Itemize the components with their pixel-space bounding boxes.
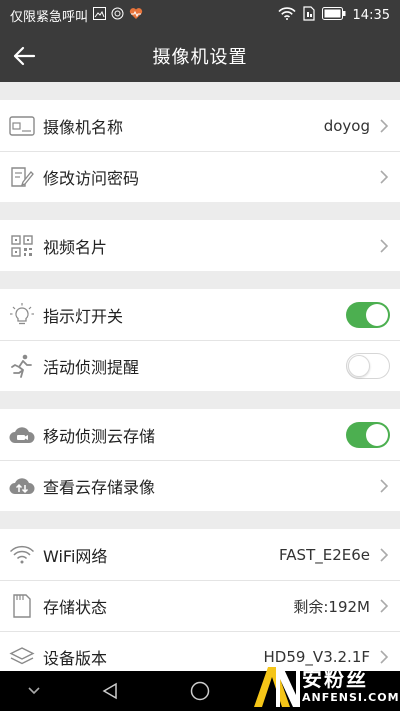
- row-label: 移动侦测云存储: [43, 426, 156, 446]
- section-indicators: 指示灯开关 活动侦测提醒: [0, 289, 400, 391]
- section-gap: [0, 271, 400, 289]
- qr-code-icon: [8, 232, 36, 260]
- row-label: 摄像机名称: [43, 117, 124, 137]
- toggle-knob: [366, 423, 388, 446]
- cloud-sync-icon: [8, 472, 36, 500]
- row-cloud-storage: 移动侦测云存储: [0, 409, 400, 460]
- chevron-right-icon: [378, 599, 390, 613]
- section-gap: [0, 82, 400, 100]
- status-bar: 仅限紧急呼叫 14:35: [0, 0, 400, 30]
- heart-rate-icon: [129, 7, 143, 24]
- row-value: FAST_E2E6e: [279, 545, 370, 564]
- row-label: 修改访问密码: [43, 169, 140, 188]
- cloud-icon: [8, 421, 36, 449]
- row-storage-status[interactable]: 存储状态 剩余:192M: [0, 580, 400, 631]
- row-motion-alert: 活动侦测提醒: [0, 340, 400, 391]
- edit-document-icon: [8, 163, 36, 191]
- image-icon: [93, 6, 107, 24]
- watermark-cn: 安粉丝: [302, 667, 368, 691]
- chevron-right-icon: [378, 547, 390, 562]
- section-gap: [0, 511, 400, 529]
- status-right: 14:35: [277, 5, 390, 25]
- watermark-en: ANFENSI.COM: [302, 691, 400, 704]
- nav-home-button[interactable]: [189, 680, 211, 702]
- hide-nav-button[interactable]: [24, 683, 44, 699]
- section-gap: [0, 391, 400, 409]
- back-button[interactable]: [10, 42, 38, 70]
- row-view-cloud-recordings[interactable]: 查看云存储录像: [0, 460, 400, 511]
- chevron-down-icon: [28, 687, 40, 695]
- row-label: WiFi网络: [43, 546, 108, 566]
- indicator-light-toggle[interactable]: [346, 301, 390, 328]
- site-watermark: 安粉丝 ANFENSI.COM: [250, 661, 400, 711]
- lightbulb-icon: [8, 301, 36, 329]
- battery-icon: [321, 6, 346, 24]
- arrow-left-icon: [13, 46, 36, 66]
- sim-card-icon: [302, 5, 315, 25]
- row-label: 设备版本: [43, 649, 108, 668]
- chevron-right-icon: [378, 479, 390, 493]
- row-video-card[interactable]: 视频名片: [0, 220, 400, 271]
- row-wifi-network[interactable]: WiFi网络 FAST_E2E6e: [0, 529, 400, 580]
- row-label: 视频名片: [43, 237, 108, 257]
- anfensi-logo-icon: [254, 667, 300, 707]
- nav-back-button[interactable]: [99, 681, 121, 701]
- page-title: 摄像机设置: [152, 47, 248, 68]
- section-camera-info: 摄像机名称 doyog 修改访问密码: [0, 100, 400, 202]
- app-bar: 摄像机设置: [0, 30, 400, 82]
- chevron-right-icon: [378, 170, 390, 184]
- watermark-text: 安粉丝 ANFENSI.COM: [302, 667, 400, 705]
- running-person-icon: [8, 352, 36, 380]
- section-video-card: 视频名片: [0, 220, 400, 271]
- row-change-password[interactable]: 修改访问密码: [0, 151, 400, 202]
- status-time: 14:35: [352, 7, 390, 23]
- status-left: 仅限紧急呼叫: [10, 6, 143, 25]
- row-value: doyog: [323, 116, 370, 135]
- id-card-icon: [8, 112, 36, 140]
- row-label: 查看云存储录像: [43, 478, 156, 497]
- settings-list: 摄像机名称 doyog 修改访问密码 视频名片 指示灯开关 活动侦测提醒 移动侦…: [0, 82, 400, 682]
- chevron-right-icon: [378, 118, 390, 133]
- wifi-signal-icon: [277, 6, 296, 24]
- row-label: 活动侦测提醒: [43, 358, 140, 377]
- row-indicator-light: 指示灯开关: [0, 289, 400, 340]
- toggle-knob: [366, 303, 388, 326]
- wifi-icon: [8, 541, 36, 569]
- cloud-storage-toggle[interactable]: [346, 421, 390, 448]
- section-gap: [0, 202, 400, 220]
- section-cloud: 移动侦测云存储 查看云存储录像: [0, 409, 400, 511]
- carrier-text: 仅限紧急呼叫: [10, 9, 89, 25]
- circle-home-icon: [190, 681, 210, 701]
- layers-icon: [8, 643, 36, 671]
- toggle-knob: [348, 355, 370, 377]
- section-device-info: WiFi网络 FAST_E2E6e 存储状态 剩余:192M 设备版本 HD59…: [0, 529, 400, 682]
- row-label: 存储状态: [43, 598, 108, 617]
- target-icon: [111, 7, 124, 24]
- row-camera-name[interactable]: 摄像机名称 doyog: [0, 100, 400, 151]
- chevron-right-icon: [378, 238, 390, 253]
- triangle-back-icon: [102, 682, 117, 700]
- row-value: 剩余:192M: [293, 597, 370, 616]
- motion-alert-toggle[interactable]: [346, 353, 390, 379]
- sd-card-icon: [8, 592, 36, 620]
- row-label: 指示灯开关: [43, 306, 124, 326]
